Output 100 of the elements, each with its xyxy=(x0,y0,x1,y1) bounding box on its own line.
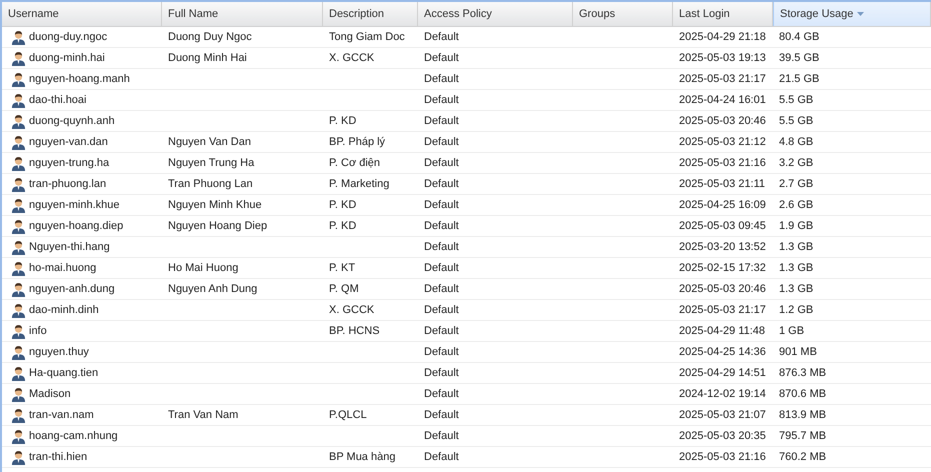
sort-down-icon xyxy=(857,12,864,16)
user-icon xyxy=(11,198,26,212)
table-cell-text: Default xyxy=(423,136,460,148)
table-cell-text: Default xyxy=(423,73,460,85)
username-cell: ho-mai.huong xyxy=(29,262,96,274)
table-cell-text: Default xyxy=(423,178,460,190)
table-cell-text: Default xyxy=(423,52,460,64)
column-header[interactable]: Groups xyxy=(573,2,673,26)
table-cell-text: P. Marketing xyxy=(328,178,390,190)
table-cell-text: 901 MB xyxy=(778,346,818,358)
user-icon xyxy=(11,282,26,296)
table-cell-text: 1.3 GB xyxy=(778,262,814,274)
table-cell-text: Default xyxy=(423,115,460,127)
table-cell-text: 2025-05-03 21:17 xyxy=(678,304,767,316)
table-cell-text: 2025-05-03 20:46 xyxy=(678,115,767,127)
table-cell-text: 760.2 MB xyxy=(778,451,828,463)
table-cell-text: 1.2 GB xyxy=(778,304,814,316)
user-icon xyxy=(11,428,26,444)
table-cell-text: 2025-04-25 14:36 xyxy=(678,346,767,358)
column-header[interactable]: Last Login xyxy=(673,2,773,26)
table-cell-text: Default xyxy=(423,157,460,169)
table-cell-text: 2025-05-03 09:45 xyxy=(678,220,767,232)
username-cell: hoang-cam.nhung xyxy=(29,430,118,442)
table-cell-text: Default xyxy=(423,220,460,232)
table-cell-text: 1.3 GB xyxy=(778,283,814,295)
user-icon xyxy=(11,92,26,108)
table-cell-text: Default xyxy=(423,94,460,106)
user-icon xyxy=(11,386,26,402)
table-cell-text: BP. HCNS xyxy=(328,325,381,337)
user-icon xyxy=(11,218,26,234)
table-cell-text: 870.6 MB xyxy=(778,388,828,400)
table-cell-text: 2025-04-24 16:01 xyxy=(678,94,767,106)
user-icon xyxy=(11,134,26,150)
username-cell: nguyen.thuy xyxy=(29,346,89,358)
username-cell: tran-van.nam xyxy=(29,409,94,421)
table-cell-text: 2025-04-29 14:51 xyxy=(678,367,767,379)
table-cell-text: 795.7 MB xyxy=(778,430,828,442)
table-cell-text: Default xyxy=(423,31,460,43)
table-cell-text: 2025-05-03 19:13 xyxy=(678,52,767,64)
username-cell: duong-duy.ngoc xyxy=(29,31,108,43)
user-icon xyxy=(11,72,26,86)
column-header[interactable]: Access Policy xyxy=(418,2,573,26)
username-cell: Ha-quang.tien xyxy=(29,367,98,379)
table-cell-text: Default xyxy=(423,409,460,421)
username-cell: tran-thi.hien xyxy=(29,451,88,463)
table-cell-text: BP Mua hàng xyxy=(328,451,396,463)
user-icon xyxy=(11,30,26,44)
user-icon xyxy=(11,366,26,380)
username-cell: Nguyen-thi.hang xyxy=(29,241,110,253)
table-cell-text: Duong Minh Hai xyxy=(167,52,248,64)
table-cell-text: 21.5 GB xyxy=(778,73,820,85)
table-cell-text: Nguyen Trung Ha xyxy=(167,157,256,169)
table-cell-text: 2025-05-03 21:16 xyxy=(678,157,767,169)
table-cell-text: 2025-02-15 17:32 xyxy=(678,262,767,274)
username-cell: nguyen-minh.khue xyxy=(29,199,120,211)
table-cell-text: 2025-05-03 20:46 xyxy=(678,283,767,295)
table-cell-text: 2025-05-03 21:17 xyxy=(678,73,767,85)
table-cell-text: P. KT xyxy=(328,262,356,274)
table-cell-text: Nguyen Minh Khue xyxy=(167,199,263,211)
table-cell-text: X. GCCK xyxy=(328,304,376,316)
username-cell: info xyxy=(29,325,47,337)
table-cell-text: 1 GB xyxy=(778,325,806,337)
user-icon xyxy=(11,450,26,464)
table-cell-text: 5.5 GB xyxy=(778,94,814,106)
username-cell: nguyen-anh.dung xyxy=(29,283,115,295)
table-cell-text: 80.4 GB xyxy=(778,31,820,43)
table-cell-text: 4.8 GB xyxy=(778,136,814,148)
table-cell-text: 2024-12-02 19:14 xyxy=(678,388,767,400)
table-cell-text: Duong Duy Ngoc xyxy=(167,31,253,43)
table-cell-text: 2025-05-03 21:16 xyxy=(678,451,767,463)
table-cell-text: 2025-05-03 21:12 xyxy=(678,136,767,148)
username-cell: nguyen-trung.ha xyxy=(29,157,110,169)
username-cell: duong-minh.hai xyxy=(29,52,105,64)
table-cell-text: P. QM xyxy=(328,283,360,295)
table-cell-text: P. KD xyxy=(328,199,358,211)
table-cell-text: Default xyxy=(423,199,460,211)
table-cell-text: Tong Giam Doc xyxy=(328,31,406,43)
username-cell: dao-thi.hoai xyxy=(29,94,86,106)
table-cell-text: Default xyxy=(423,388,460,400)
table-cell-text: Tran Phuong Lan xyxy=(167,178,254,190)
table-cell-text: 2025-03-20 13:52 xyxy=(678,241,767,253)
table-cell-text: Tran Van Nam xyxy=(167,409,240,421)
table-cell-text: 2025-05-03 21:07 xyxy=(678,409,767,421)
table-cell-text: P. Cơ điện xyxy=(328,157,382,169)
user-icon xyxy=(11,408,26,422)
user-icon xyxy=(11,240,26,254)
table-cell-text: 2025-04-29 11:48 xyxy=(678,325,766,337)
table-cell-text: 5.5 GB xyxy=(778,115,814,127)
table-cell-text: Default xyxy=(423,451,460,463)
table-cell-text: 1.9 GB xyxy=(778,220,814,232)
table-cell-text: 2.6 GB xyxy=(778,199,814,211)
username-cell: Madison xyxy=(29,388,71,400)
user-icon xyxy=(11,302,26,318)
column-header[interactable]: Storage Usage xyxy=(773,2,931,26)
table-cell-text: X. GCCK xyxy=(328,52,376,64)
table-cell-text: 876.3 MB xyxy=(778,367,828,379)
column-header[interactable]: Username xyxy=(2,2,162,26)
table-cell-text: 2025-05-03 21:11 xyxy=(678,178,766,190)
column-header[interactable]: Description xyxy=(323,2,418,26)
column-header[interactable]: Full Name xyxy=(162,2,323,26)
